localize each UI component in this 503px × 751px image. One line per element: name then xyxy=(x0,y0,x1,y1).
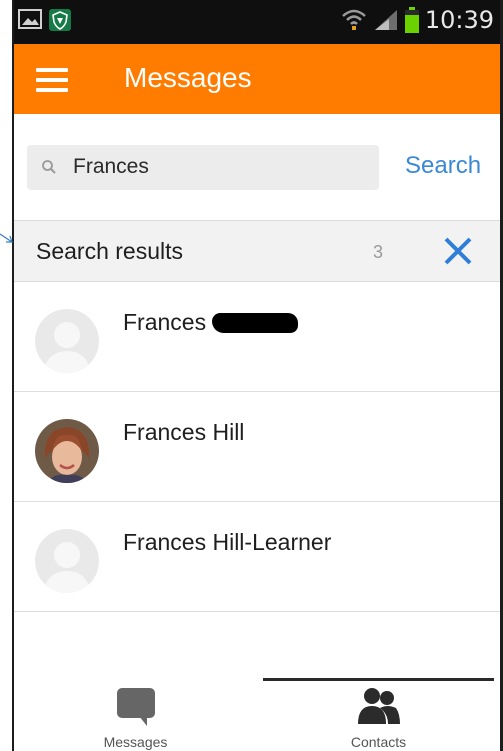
photo-avatar xyxy=(35,419,99,483)
default-avatar xyxy=(35,309,99,373)
bottom-navigation: Messages Contacts xyxy=(14,676,500,751)
device-frame-left xyxy=(12,0,14,751)
tab-messages[interactable]: Messages xyxy=(14,676,257,751)
search-results-title: Search results xyxy=(36,238,184,264)
contact-name: Frances xyxy=(123,309,299,336)
contacts-icon xyxy=(357,688,400,724)
search-area: Frances Search xyxy=(14,114,500,220)
search-input-value: Frances xyxy=(73,155,149,178)
search-button[interactable]: Search xyxy=(405,152,481,180)
status-bar: 10:39 xyxy=(14,0,500,44)
screenshot-margin xyxy=(0,0,12,751)
tab-contacts[interactable]: Contacts xyxy=(257,676,500,751)
contact-name: Frances Hill-Learner xyxy=(123,529,332,555)
search-results-header: Search results 3 xyxy=(14,220,500,282)
annotation-arrow-icon xyxy=(0,233,13,243)
signal-icon xyxy=(374,10,397,30)
search-input[interactable]: Frances xyxy=(27,145,379,190)
contact-row[interactable]: Frances Hill xyxy=(14,392,500,502)
redaction-mark xyxy=(212,313,299,333)
contact-list: Frances Frances Hill Frances Hill-Learne… xyxy=(14,282,500,612)
results-count-badge: 3 xyxy=(373,242,384,262)
contact-row[interactable]: Frances xyxy=(14,282,500,392)
contact-name: Frances Hill xyxy=(123,419,245,445)
search-icon xyxy=(42,160,56,174)
app-bar: Messages xyxy=(14,44,500,114)
shield-app-icon xyxy=(49,9,71,31)
close-icon[interactable] xyxy=(442,235,474,267)
tab-contacts-label: Contacts xyxy=(350,734,407,750)
battery-icon xyxy=(404,7,419,33)
page-title: Messages xyxy=(124,62,252,93)
chat-bubble-icon xyxy=(116,688,155,726)
hamburger-menu-icon[interactable] xyxy=(36,68,68,92)
picture-icon xyxy=(18,9,42,29)
wifi-icon xyxy=(341,9,366,30)
default-avatar xyxy=(35,529,99,593)
tab-messages-label: Messages xyxy=(103,734,168,750)
clock: 10:39 xyxy=(424,6,494,34)
contact-row[interactable]: Frances Hill-Learner xyxy=(14,502,500,612)
